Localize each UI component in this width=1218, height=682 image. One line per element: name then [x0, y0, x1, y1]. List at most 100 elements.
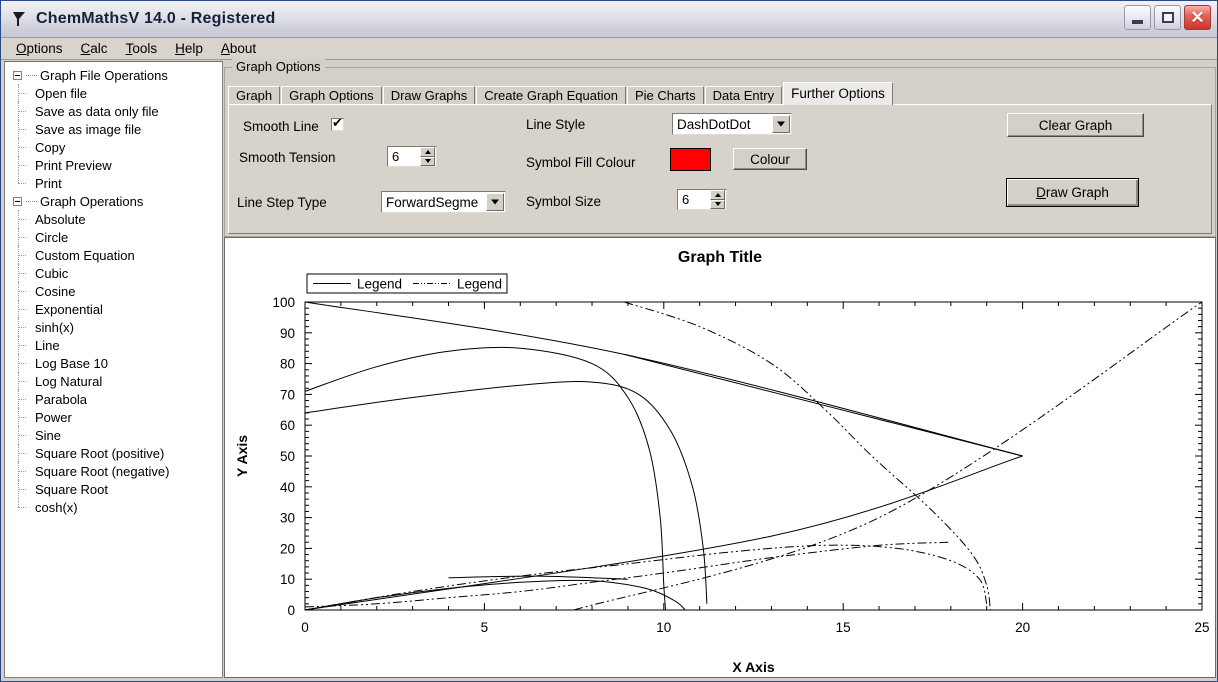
- tree-item-circle[interactable]: Circle: [9, 228, 222, 246]
- tree-connector: [18, 255, 26, 256]
- menu-about[interactable]: About: [212, 40, 265, 57]
- tree-connector: [26, 74, 37, 76]
- graph-canvas[interactable]: 0 5 10 15 20 25 0 10 20 30 40 50 60 70 80 90 100 X Axis Y …: [225, 238, 1215, 677]
- tab-graph[interactable]: Graph: [228, 86, 281, 105]
- tree-item-absolute[interactable]: Absolute: [9, 210, 222, 228]
- line-style-label: Line Style: [526, 117, 586, 132]
- series-arc-upper-solid: [305, 346, 667, 610]
- tab-graph-options[interactable]: Graph Options: [281, 86, 382, 105]
- svg-text:0: 0: [287, 603, 295, 618]
- menu-calc[interactable]: Calc: [72, 40, 117, 57]
- tab-further-options[interactable]: Further Options: [783, 82, 893, 105]
- tree-item-sine[interactable]: Sine: [9, 426, 222, 444]
- tree-group-graph-operations[interactable]: Graph Operations: [9, 192, 222, 210]
- symbol-size-spinner[interactable]: 6: [677, 189, 727, 210]
- series-descend-line-solid: [624, 353, 1023, 457]
- minimize-button[interactable]: [1124, 5, 1151, 30]
- tree-connector: [18, 237, 26, 238]
- tree-item-exponential[interactable]: Exponential: [9, 300, 222, 318]
- tree-item-label: Log Base 10: [35, 355, 109, 371]
- svg-text:80: 80: [280, 357, 295, 372]
- spin-up-icon[interactable]: [710, 190, 725, 200]
- svg-text:100: 100: [272, 295, 295, 310]
- tree-item-log-base-10[interactable]: Log Base 10: [9, 354, 222, 372]
- tree-item-label: Square Root (negative): [35, 463, 170, 479]
- symbol-fill-colour-swatch[interactable]: [670, 148, 711, 171]
- tree-item-cosine[interactable]: Cosine: [9, 282, 222, 300]
- tree-connector: [18, 399, 26, 400]
- tree-item-print-preview[interactable]: Print Preview: [9, 156, 222, 174]
- colour-button[interactable]: Colour: [733, 148, 807, 170]
- line-style-combo[interactable]: DashDotDot: [672, 113, 792, 135]
- flag-icon: [9, 9, 29, 29]
- menu-options[interactable]: Options: [7, 40, 72, 57]
- tab-strip-filler: [893, 86, 1212, 105]
- svg-text:5: 5: [481, 620, 489, 635]
- tree-item-copy[interactable]: Copy: [9, 138, 222, 156]
- series-peak-line-solid: [305, 302, 1023, 457]
- tree-item-log-natural[interactable]: Log Natural: [9, 372, 222, 390]
- tree-item-line[interactable]: Line: [9, 336, 222, 354]
- tree-item-cosh[interactable]: cosh(x): [9, 498, 222, 516]
- menu-help[interactable]: Help: [166, 40, 212, 57]
- tab-create-graph-equation[interactable]: Create Graph Equation: [476, 86, 626, 105]
- smooth-tension-spinner[interactable]: 6: [387, 146, 437, 167]
- tree-item-save-as-data-only-file[interactable]: Save as data only file: [9, 102, 222, 120]
- collapse-icon[interactable]: [13, 70, 22, 80]
- tree-connector: [26, 200, 37, 202]
- tree-connector: [18, 219, 26, 220]
- draw-graph-label: Draw Graph: [1036, 185, 1109, 200]
- tree-connector: [18, 381, 26, 382]
- tree-item-cubic[interactable]: Cubic: [9, 264, 222, 282]
- tree-item-label: Save as data only file: [35, 103, 159, 119]
- close-icon: ✕: [1190, 7, 1205, 27]
- symbol-size-spin-buttons[interactable]: [710, 190, 725, 209]
- tree-item-save-as-image-file[interactable]: Save as image file: [9, 120, 222, 138]
- tree-connector: [18, 435, 26, 436]
- tree-item-label: Print Preview: [35, 157, 112, 173]
- chevron-down-icon[interactable]: [486, 193, 504, 211]
- tree-item-power[interactable]: Power: [9, 408, 222, 426]
- menu-tools[interactable]: Tools: [117, 40, 167, 57]
- tree-item-custom-equation[interactable]: Custom Equation: [9, 246, 222, 264]
- draw-graph-button[interactable]: Draw Graph: [1006, 178, 1139, 207]
- tree-connector: [18, 417, 26, 418]
- spin-down-icon[interactable]: [710, 199, 725, 209]
- operations-tree: Graph File Operations Open file Save as …: [5, 62, 222, 516]
- tree-item-label: Sine: [35, 427, 62, 443]
- tree-item-open-file[interactable]: Open file: [9, 84, 222, 102]
- spin-down-icon[interactable]: [420, 156, 435, 166]
- tab-data-entry[interactable]: Data Entry: [704, 86, 783, 105]
- tree-item-label: Print: [35, 175, 62, 191]
- tree-item-label: Open file: [35, 85, 88, 101]
- tree-connector: [18, 273, 26, 274]
- collapse-icon[interactable]: [13, 196, 22, 206]
- tree-item-square-root-positive[interactable]: Square Root (positive): [9, 444, 222, 462]
- series-flat-segment-solid: [448, 575, 628, 580]
- series-arc-lower-solid: [305, 381, 708, 604]
- tree-item-square-root[interactable]: Square Root: [9, 480, 222, 498]
- tree-item-parabola[interactable]: Parabola: [9, 390, 222, 408]
- tree-item-label: Copy: [35, 139, 66, 155]
- svg-text:10: 10: [280, 572, 295, 587]
- tree-connector: [18, 183, 26, 184]
- sidebar-tree-panel[interactable]: Graph File Operations Open file Save as …: [4, 61, 223, 678]
- tab-pie-charts[interactable]: Pie Charts: [626, 86, 704, 105]
- line-step-type-combo[interactable]: ForwardSegme: [381, 191, 506, 213]
- spin-up-icon[interactable]: [420, 147, 435, 157]
- tree-item-sinh[interactable]: sinh(x): [9, 318, 222, 336]
- clear-graph-button[interactable]: Clear Graph: [1007, 113, 1144, 137]
- tree-item-label: Exponential: [35, 301, 103, 317]
- chevron-down-icon[interactable]: [772, 115, 790, 133]
- tree-item-print[interactable]: Print: [9, 174, 222, 192]
- close-button[interactable]: ✕: [1184, 5, 1211, 30]
- tree-group-graph-file-operations[interactable]: Graph File Operations: [9, 66, 222, 84]
- maximize-icon: [1161, 12, 1174, 23]
- tree-group-label: Graph Operations: [40, 193, 144, 209]
- tree-item-square-root-negative[interactable]: Square Root (negative): [9, 462, 222, 480]
- smooth-tension-spin-buttons[interactable]: [420, 147, 435, 166]
- tab-draw-graphs[interactable]: Draw Graphs: [382, 86, 476, 105]
- tree-item-label: Power: [35, 409, 72, 425]
- maximize-button[interactable]: [1154, 5, 1181, 30]
- smooth-line-checkbox[interactable]: [331, 115, 344, 131]
